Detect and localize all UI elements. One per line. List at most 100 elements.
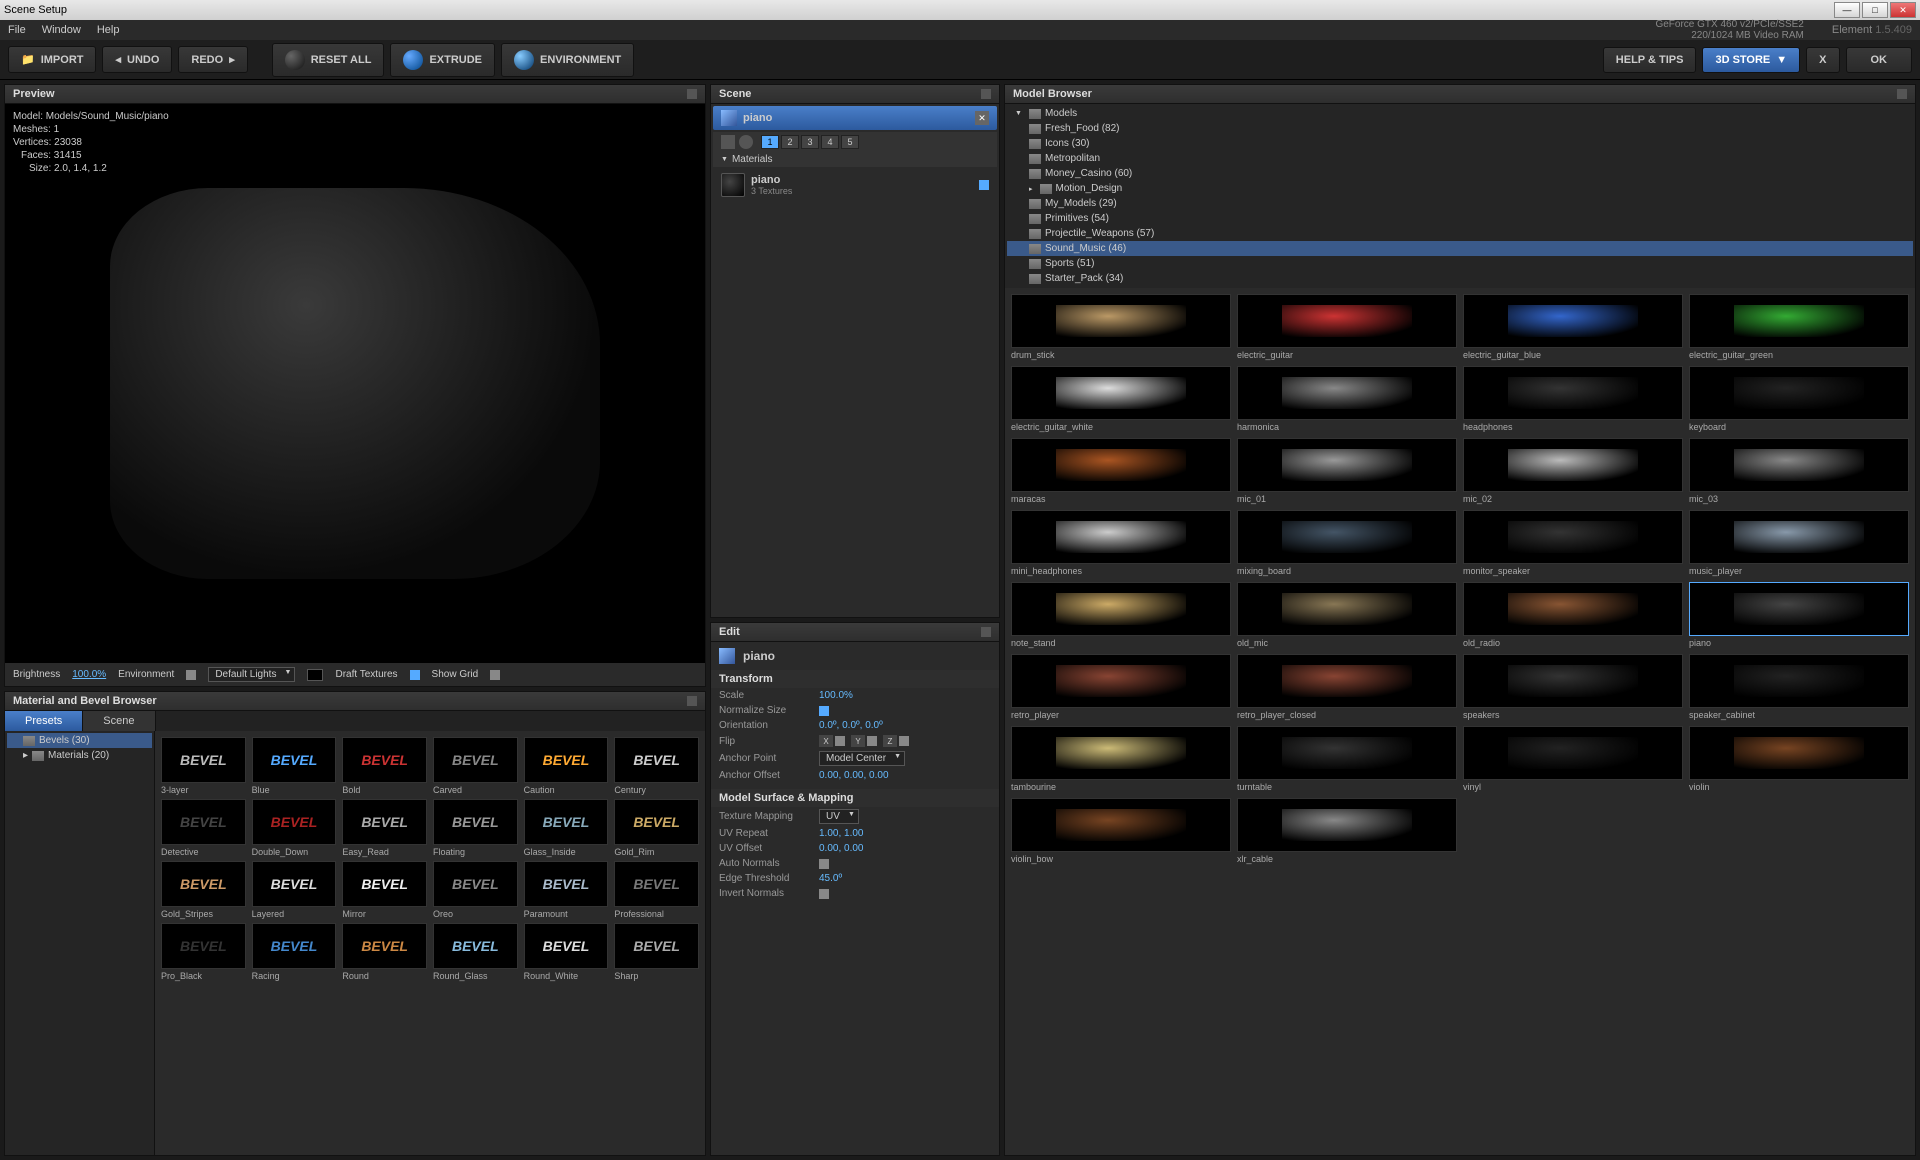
bevel-thumb[interactable]: BEVELBold: [342, 737, 427, 795]
tree-item[interactable]: Icons (30): [1007, 136, 1913, 151]
bevel-thumb[interactable]: BEVELGlass_Inside: [524, 799, 609, 857]
bevel-thumb[interactable]: BEVELCarved: [433, 737, 518, 795]
model-thumb[interactable]: note_stand: [1011, 582, 1231, 648]
model-thumb[interactable]: headphones: [1463, 366, 1683, 432]
model-thumb[interactable]: vinyl: [1463, 726, 1683, 792]
tab-scene[interactable]: Scene: [83, 711, 155, 731]
tree-item[interactable]: Fresh_Food (82): [1007, 121, 1913, 136]
scene-item[interactable]: piano ✕: [713, 106, 997, 130]
flip-y[interactable]: Y: [851, 735, 865, 747]
model-thumb[interactable]: drum_stick: [1011, 294, 1231, 360]
model-thumb[interactable]: violin: [1689, 726, 1909, 792]
close-icon[interactable]: ✕: [975, 111, 989, 125]
expand-icon[interactable]: [981, 627, 991, 637]
texmap-dropdown[interactable]: UV: [819, 809, 859, 824]
model-thumb[interactable]: mini_headphones: [1011, 510, 1231, 576]
scene-slot-3[interactable]: 3: [801, 135, 819, 149]
model-thumb[interactable]: piano: [1689, 582, 1909, 648]
model-thumb[interactable]: keyboard: [1689, 366, 1909, 432]
extrude-button[interactable]: EXTRUDE: [390, 43, 495, 77]
ok-button[interactable]: OK: [1846, 47, 1913, 73]
draft-checkbox[interactable]: [410, 670, 420, 680]
anchor-dropdown[interactable]: Model Center: [819, 751, 905, 766]
model-thumb[interactable]: retro_player_closed: [1237, 654, 1457, 720]
tree-item[interactable]: Starter_Pack (34): [1007, 271, 1913, 286]
scene-slot-5[interactable]: 5: [841, 135, 859, 149]
tree-materials[interactable]: ▸ Materials (20): [7, 748, 152, 763]
model-thumb[interactable]: electric_guitar_blue: [1463, 294, 1683, 360]
minimize-button[interactable]: —: [1834, 2, 1860, 18]
grid-checkbox[interactable]: [490, 670, 500, 680]
bg-color-swatch[interactable]: [307, 669, 323, 681]
model-thumb[interactable]: old_radio: [1463, 582, 1683, 648]
material-visibility[interactable]: [979, 180, 989, 190]
model-thumb[interactable]: mic_01: [1237, 438, 1457, 504]
help-button[interactable]: HELP & TIPS: [1603, 47, 1697, 73]
model-thumb[interactable]: turntable: [1237, 726, 1457, 792]
bevel-thumb[interactable]: BEVELFloating: [433, 799, 518, 857]
bevel-thumb[interactable]: BEVELCentury: [614, 737, 699, 795]
store-button[interactable]: 3D STORE ▼: [1702, 47, 1800, 73]
scale-value[interactable]: 100.0%: [819, 690, 853, 701]
model-thumb[interactable]: electric_guitar_green: [1689, 294, 1909, 360]
tree-item[interactable]: Primitives (54): [1007, 211, 1913, 226]
bevel-thumb[interactable]: BEVELRound: [342, 923, 427, 981]
tree-item[interactable]: Sports (51): [1007, 256, 1913, 271]
tree-item[interactable]: Sound_Music (46): [1007, 241, 1913, 256]
cancel-button[interactable]: X: [1806, 47, 1839, 73]
anchoroffset-value[interactable]: 0.00, 0.00, 0.00: [819, 770, 889, 781]
model-thumb[interactable]: violin_bow: [1011, 798, 1231, 864]
orientation-value[interactable]: 0.0º, 0.0º, 0.0º: [819, 720, 883, 731]
model-thumb[interactable]: electric_guitar_white: [1011, 366, 1231, 432]
tree-item[interactable]: ▸ Motion_Design: [1007, 181, 1913, 196]
model-thumb[interactable]: mixing_board: [1237, 510, 1457, 576]
gear-icon[interactable]: [739, 135, 753, 149]
expand-icon[interactable]: [687, 89, 697, 99]
invertnormals-checkbox[interactable]: [819, 889, 829, 899]
uvoffset-value[interactable]: 0.00, 0.00: [819, 843, 863, 854]
model-thumb[interactable]: monitor_speaker: [1463, 510, 1683, 576]
expand-icon[interactable]: [981, 89, 991, 99]
normalize-checkbox[interactable]: [819, 706, 829, 716]
model-thumb[interactable]: maracas: [1011, 438, 1231, 504]
model-thumb[interactable]: xlr_cable: [1237, 798, 1457, 864]
environment-checkbox[interactable]: [186, 670, 196, 680]
bevel-thumb[interactable]: BEVELGold_Stripes: [161, 861, 246, 919]
autonormals-checkbox[interactable]: [819, 859, 829, 869]
anchor-icon[interactable]: [721, 135, 735, 149]
model-thumb[interactable]: speaker_cabinet: [1689, 654, 1909, 720]
model-thumb[interactable]: speakers: [1463, 654, 1683, 720]
uvrepeat-value[interactable]: 1.00, 1.00: [819, 828, 863, 839]
material-item[interactable]: piano 3 Textures: [713, 169, 997, 201]
tree-bevels[interactable]: Bevels (30): [7, 733, 152, 748]
bevel-thumb[interactable]: BEVELProfessional: [614, 861, 699, 919]
model-thumb[interactable]: old_mic: [1237, 582, 1457, 648]
tree-item[interactable]: Money_Casino (60): [1007, 166, 1913, 181]
menu-window[interactable]: Window: [42, 24, 81, 36]
bevel-thumb[interactable]: BEVELLayered: [252, 861, 337, 919]
menu-help[interactable]: Help: [97, 24, 120, 36]
bevel-thumb[interactable]: BEVELSharp: [614, 923, 699, 981]
bevel-thumb[interactable]: BEVELDouble_Down: [252, 799, 337, 857]
bevel-thumb[interactable]: BEVELCaution: [524, 737, 609, 795]
flip-z[interactable]: Z: [883, 735, 897, 747]
materials-header[interactable]: Materials: [713, 152, 997, 167]
bevel-thumb[interactable]: BEVELPro_Black: [161, 923, 246, 981]
model-thumb[interactable]: retro_player: [1011, 654, 1231, 720]
environment-button[interactable]: ENVIRONMENT: [501, 43, 634, 77]
lights-dropdown[interactable]: Default Lights: [208, 667, 295, 682]
bevel-thumb[interactable]: BEVELMirror: [342, 861, 427, 919]
tree-item[interactable]: Metropolitan: [1007, 151, 1913, 166]
model-thumb[interactable]: electric_guitar: [1237, 294, 1457, 360]
close-button[interactable]: ✕: [1890, 2, 1916, 18]
scene-slot-1[interactable]: 1: [761, 135, 779, 149]
flip-x[interactable]: X: [819, 735, 833, 747]
bevel-thumb[interactable]: BEVELOreo: [433, 861, 518, 919]
bevel-thumb[interactable]: BEVEL3-layer: [161, 737, 246, 795]
maximize-button[interactable]: □: [1862, 2, 1888, 18]
bevel-thumb[interactable]: BEVELGold_Rim: [614, 799, 699, 857]
model-thumb[interactable]: mic_03: [1689, 438, 1909, 504]
edgethreshold-value[interactable]: 45.0º: [819, 873, 842, 884]
import-button[interactable]: 📁 IMPORT: [8, 46, 96, 73]
bevel-thumb[interactable]: BEVELBlue: [252, 737, 337, 795]
